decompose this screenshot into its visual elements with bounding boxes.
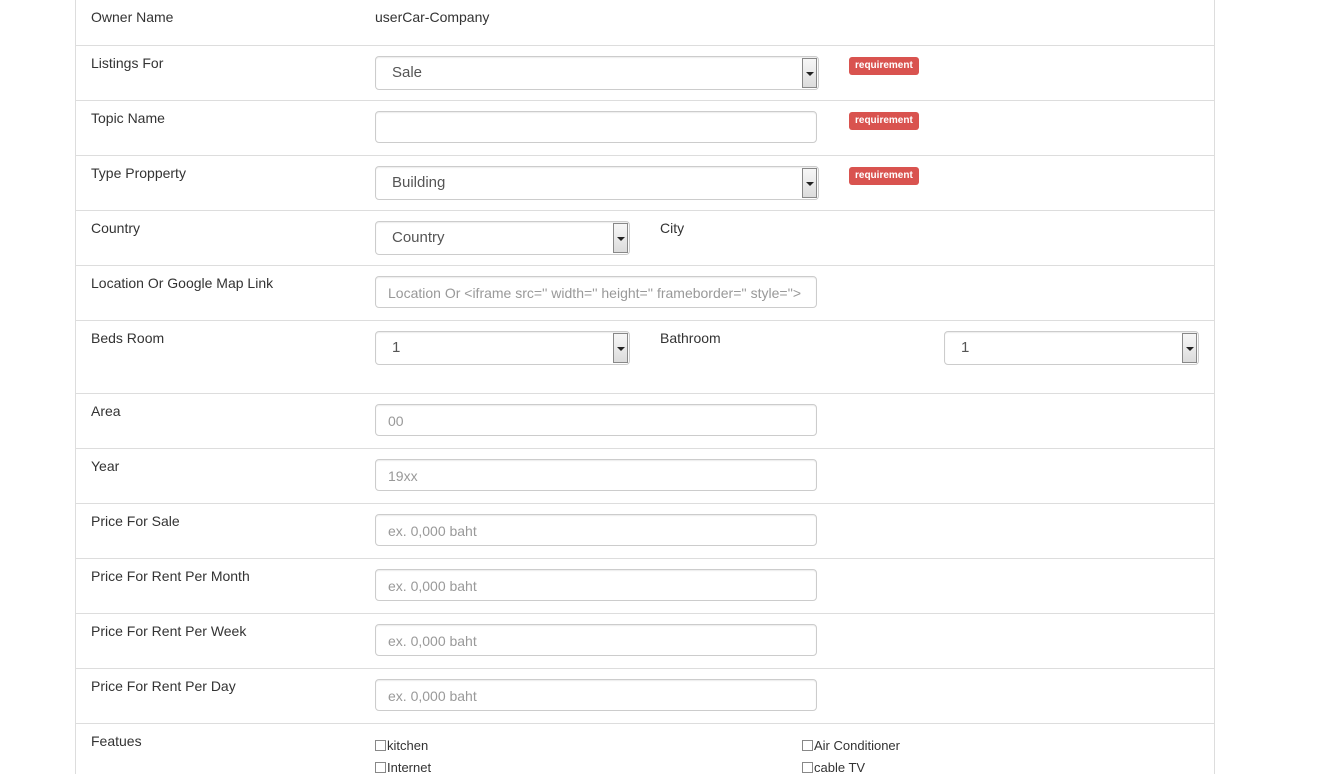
required-badge: requirement xyxy=(849,57,919,75)
feature-internet-label: Internet xyxy=(387,760,432,775)
location-input[interactable]: Location Or <iframe src='' width='' heig… xyxy=(375,276,817,308)
area-input[interactable]: 00 xyxy=(375,404,817,436)
features-label: Featues xyxy=(91,733,142,749)
checkbox[interactable] xyxy=(802,740,813,751)
price-day-input[interactable]: ex. 0,000 baht xyxy=(375,679,817,711)
row-price-day: Price For Rent Per Day ex. 0,000 baht xyxy=(76,669,1214,724)
location-label: Location Or Google Map Link xyxy=(91,275,274,291)
feature-internet[interactable]: Internet xyxy=(375,760,431,775)
year-input[interactable]: 19xx xyxy=(375,459,817,491)
listings-for-label: Listings For xyxy=(91,55,164,71)
beds-room-select[interactable]: 1 xyxy=(375,331,630,365)
row-country: Country Country City xyxy=(76,211,1214,266)
beds-room-selected: 1 xyxy=(392,339,401,356)
feature-kitchen-label: kitchen xyxy=(387,738,429,753)
feature-cable-tv-label: cable TV xyxy=(814,760,866,775)
row-listings-for: Listings For Sale requirement xyxy=(76,46,1214,101)
area-label: Area xyxy=(91,403,121,419)
row-bedrooms: Beds Room 1 Bathroom 1 xyxy=(76,321,1214,394)
country-selected: Country xyxy=(392,229,445,246)
chevron-down-icon[interactable] xyxy=(613,333,628,363)
owner-name-label: Owner Name xyxy=(91,9,174,25)
feature-kitchen[interactable]: kitchen xyxy=(375,738,428,753)
type-property-selected: Building xyxy=(392,174,446,191)
checkbox[interactable] xyxy=(375,740,386,751)
row-owner-name: Owner Name userCar-Company xyxy=(76,0,1214,46)
required-badge: requirement xyxy=(849,112,919,130)
price-month-label: Price For Rent Per Month xyxy=(91,568,250,584)
feature-air-conditioner[interactable]: Air Conditioner xyxy=(802,738,900,753)
row-price-week: Price For Rent Per Week ex. 0,000 baht xyxy=(76,614,1214,669)
checkbox[interactable] xyxy=(802,762,813,773)
topic-name-input[interactable] xyxy=(375,111,817,143)
required-badge: requirement xyxy=(849,167,919,185)
country-select[interactable]: Country xyxy=(375,221,630,255)
price-month-input[interactable]: ex. 0,000 baht xyxy=(375,569,817,601)
chevron-down-icon[interactable] xyxy=(802,58,817,88)
listing-form-panel: Owner Name userCar-Company Listings For … xyxy=(75,0,1215,775)
beds-room-label: Beds Room xyxy=(91,330,165,346)
row-features: Featues kitchen Air Conditioner Internet… xyxy=(76,724,1214,775)
feature-cable-tv[interactable]: cable TV xyxy=(802,760,865,775)
country-label: Country xyxy=(91,220,141,236)
row-price-sale: Price For Sale ex. 0,000 baht xyxy=(76,504,1214,559)
listings-for-select[interactable]: Sale xyxy=(375,56,819,90)
chevron-down-icon[interactable] xyxy=(1182,333,1197,363)
price-week-input[interactable]: ex. 0,000 baht xyxy=(375,624,817,656)
type-property-label: Type Propperty xyxy=(91,165,186,181)
price-sale-input[interactable]: ex. 0,000 baht xyxy=(375,514,817,546)
price-day-label: Price For Rent Per Day xyxy=(91,678,236,694)
owner-name-value: userCar-Company xyxy=(375,9,490,25)
row-area: Area 00 xyxy=(76,394,1214,449)
row-year: Year 19xx xyxy=(76,449,1214,504)
listings-for-selected: Sale xyxy=(392,64,423,81)
row-location: Location Or Google Map Link Location Or … xyxy=(76,266,1214,321)
price-sale-label: Price For Sale xyxy=(91,513,180,529)
type-property-select[interactable]: Building xyxy=(375,166,819,200)
row-price-month: Price For Rent Per Month ex. 0,000 baht xyxy=(76,559,1214,614)
row-topic-name: Topic Name requirement xyxy=(76,101,1214,156)
topic-name-label: Topic Name xyxy=(91,110,165,126)
bathroom-selected: 1 xyxy=(961,339,970,356)
checkbox[interactable] xyxy=(375,762,386,773)
row-type-property: Type Propperty Building requirement xyxy=(76,156,1214,211)
city-label: City xyxy=(660,220,685,236)
chevron-down-icon[interactable] xyxy=(802,168,817,198)
chevron-down-icon[interactable] xyxy=(613,223,628,253)
year-label: Year xyxy=(91,458,120,474)
feature-air-conditioner-label: Air Conditioner xyxy=(814,738,900,753)
price-week-label: Price For Rent Per Week xyxy=(91,623,247,639)
bathroom-select[interactable]: 1 xyxy=(944,331,1199,365)
bathroom-label: Bathroom xyxy=(660,330,721,346)
